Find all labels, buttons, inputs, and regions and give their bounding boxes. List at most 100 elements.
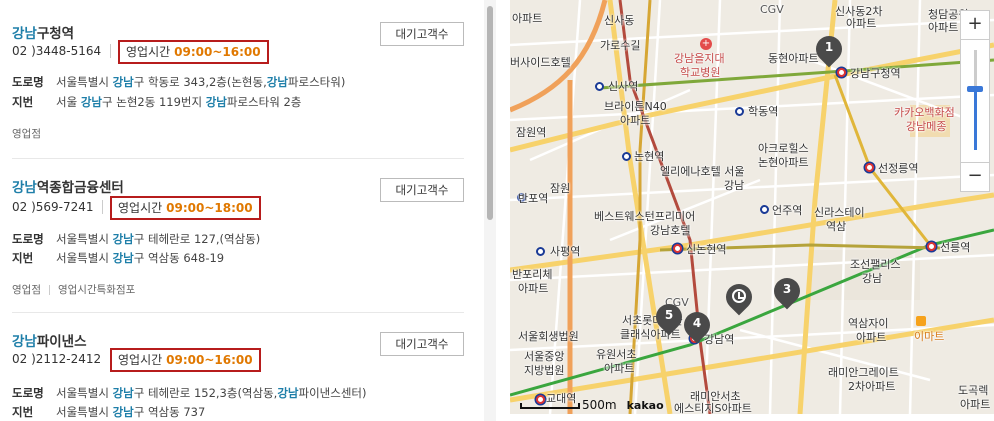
clock-marker[interactable] <box>720 278 758 316</box>
map-label: 아파트 <box>620 114 651 127</box>
zoom-slider[interactable] <box>960 40 990 162</box>
addr-text: 서울특별시 <box>56 405 113 419</box>
marker-number: 1 <box>824 40 834 54</box>
branch-tags: 영업점 영업시간특화점포 <box>12 282 135 297</box>
branch-name-highlight: 강남 <box>12 334 37 350</box>
branch-item[interactable]: 강남구청역 대기고객수 02 )3448-5164 영업시간 09:00~16:0… <box>12 22 464 144</box>
wait-customers-button[interactable]: 대기고객수 <box>380 22 464 46</box>
lot-address: 지번 서울특별시 강남구 역삼동 737 <box>12 404 205 420</box>
addr-text: 파로스타워) <box>287 75 346 89</box>
list-scrollbar[interactable] <box>484 0 496 421</box>
divider <box>110 44 111 58</box>
map-label: 아파트 <box>846 17 877 30</box>
map-label: 역삼자이 <box>848 317 889 330</box>
map-label: 래미안그레이트 <box>828 366 899 379</box>
addr-highlight: 강남 <box>277 386 299 400</box>
map-label: 아크로힐스 <box>758 142 809 155</box>
branch-marker[interactable]: 4 <box>678 306 716 344</box>
lot-address-key: 지번 <box>12 251 34 265</box>
map-label: 2차아파트 <box>848 380 896 393</box>
map-label: 엘리에나호텔 서울 <box>660 165 745 178</box>
lot-address-key: 지번 <box>12 405 34 419</box>
map-label: 강남 <box>862 272 883 285</box>
map-label: 잠원 <box>550 182 571 195</box>
branch-phone: 02 )569-7241 <box>12 200 94 214</box>
map-view[interactable]: 아파트 신사동 가로수길 CGV 신사동2차 아파트 청담공원 아파트 강남을지… <box>510 0 994 414</box>
map-label: 신사역 <box>608 80 639 93</box>
branch-marker[interactable]: 3 <box>768 272 806 310</box>
road-address-key: 도로명 <box>12 386 44 400</box>
map-label: 강남메종 <box>906 120 947 133</box>
hours-value: 09:00~18:00 <box>166 201 253 215</box>
branch-name[interactable]: 강남파이낸스 <box>12 330 87 350</box>
branch-phone: 02 )3448-5164 <box>12 44 102 58</box>
wait-customers-button[interactable]: 대기고객수 <box>380 332 464 356</box>
marker-number: 5 <box>664 308 674 322</box>
map-label: 가로수길 <box>600 39 641 52</box>
map-label: 강남구청역 <box>850 67 901 80</box>
map-label: 도곡렉 <box>958 384 989 397</box>
addr-text: 구 테헤란로 152,3층(역삼동, <box>133 386 278 400</box>
business-hours: 영업시간 09:00~18:00 <box>110 196 261 220</box>
branch-name[interactable]: 강남구청역 <box>12 22 74 42</box>
map-label: 서울회생법원 <box>518 330 579 343</box>
addr-highlight: 강남 <box>80 95 102 109</box>
wait-customers-button[interactable]: 대기고객수 <box>380 178 464 202</box>
road-address: 도로명 서울특별시 강남구 학동로 343,2층(논현동,강남파로스타워) <box>12 74 345 90</box>
addr-text: 서울특별시 <box>56 251 113 265</box>
tag: 영업점 <box>12 284 41 296</box>
map-label: 베스트웨스턴프리미어 <box>594 210 696 223</box>
hours-value: 09:00~16:00 <box>166 353 253 367</box>
station-eonju[interactable] <box>760 205 769 214</box>
map-label: 동현아파트 <box>768 52 819 65</box>
map-label: 반포리체 <box>512 268 553 281</box>
addr-text: 파이낸스센터) <box>298 386 367 400</box>
addr-text: 구 학동로 343,2층(논현동, <box>133 75 267 89</box>
map-label: 조선팰리스 <box>850 258 901 271</box>
map-label: 논현역 <box>634 150 665 163</box>
map-label: 이마트 <box>914 330 945 343</box>
branch-name-highlight: 강남 <box>12 180 37 196</box>
hours-label: 영업시간 <box>118 353 163 367</box>
addr-text: 구 역삼동 737 <box>133 405 206 419</box>
business-hours: 영업시간 09:00~16:00 <box>110 348 261 372</box>
scale-bar <box>520 402 580 409</box>
zoom-in-button[interactable]: + <box>961 11 989 39</box>
kakao-logo: kakao <box>626 399 664 412</box>
branch-marker[interactable]: 5 <box>650 298 688 336</box>
zoom-handle[interactable] <box>967 86 983 92</box>
addr-text: 구 논현2동 119번지 <box>102 95 206 109</box>
station-sinnonhyeon[interactable] <box>673 244 682 253</box>
station-nonhyeon[interactable] <box>622 152 631 161</box>
station-seolleung[interactable] <box>927 242 936 251</box>
map-label: 역삼 <box>826 220 847 233</box>
addr-highlight: 강남 <box>112 75 134 89</box>
map-roads <box>510 0 994 414</box>
station-gangnamgu[interactable] <box>837 68 846 77</box>
map-label: 강남 <box>724 179 745 192</box>
branch-list: 강남구청역 대기고객수 02 )3448-5164 영업시간 09:00~16:0… <box>0 0 484 421</box>
branch-marker[interactable]: 1 <box>810 30 848 68</box>
addr-text: 서울특별시 <box>56 75 113 89</box>
station-sinsa[interactable] <box>595 82 604 91</box>
addr-highlight: 강남 <box>112 251 134 265</box>
branch-name-highlight: 강남 <box>12 26 37 42</box>
station-hakdong[interactable] <box>735 107 744 116</box>
map-label: 아파트 <box>518 282 549 295</box>
station-seonjeongneung[interactable] <box>865 163 874 172</box>
map-label: 반포역 <box>518 192 549 205</box>
tag: 영업점 <box>12 128 41 140</box>
scrollbar-thumb[interactable] <box>487 6 493 220</box>
branch-name[interactable]: 강남역종합금융센터 <box>12 176 124 196</box>
zoom-out-button[interactable]: − <box>961 163 989 191</box>
branch-item[interactable]: 강남파이낸스 대기고객수 02 )2112-2412 영업시간 09:00~16:… <box>12 330 464 421</box>
divider <box>102 200 103 214</box>
station-sapyeong[interactable] <box>536 247 545 256</box>
map-label: 논현아파트 <box>758 156 809 169</box>
branch-phone: 02 )2112-2412 <box>12 352 102 366</box>
hospital-icon: + <box>700 38 712 50</box>
addr-text: 구 테헤란로 127,(역삼동) <box>133 232 261 246</box>
road-address: 도로명 서울특별시 강남구 테헤란로 152,3층(역삼동,강남파이낸스센터) <box>12 385 366 401</box>
branch-item[interactable]: 강남역종합금융센터 대기고객수 02 )569-7241 영업시간 09:00~1… <box>12 176 464 300</box>
map-label: 신라스테이 <box>814 206 865 219</box>
